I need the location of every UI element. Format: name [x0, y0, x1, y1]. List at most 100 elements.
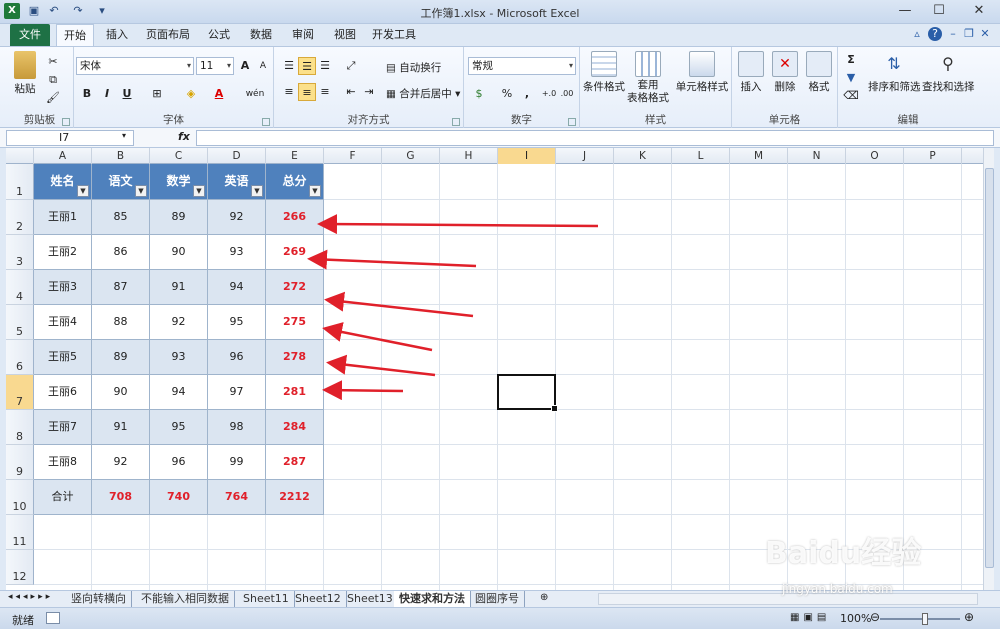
filter-dropdown-icon[interactable]: ▼: [77, 185, 89, 197]
column-header-f[interactable]: F: [324, 148, 382, 164]
font-name-select[interactable]: 宋体 ▾: [76, 57, 194, 75]
minimize-button[interactable]: —: [888, 0, 922, 22]
tab-home[interactable]: 开始: [56, 24, 94, 47]
font-color-icon[interactable]: A: [210, 85, 228, 103]
table-cell[interactable]: 266: [266, 200, 324, 235]
clear-icon[interactable]: ⌫: [842, 87, 860, 105]
table-cell[interactable]: 95: [150, 410, 208, 445]
macro-record-icon[interactable]: [46, 612, 60, 624]
row-header-9[interactable]: 9: [6, 445, 34, 480]
table-cell[interactable]: 92: [208, 200, 266, 235]
align-bottom-icon[interactable]: ☰: [316, 57, 334, 75]
help-icon[interactable]: ?: [928, 27, 942, 41]
column-header-c[interactable]: C: [150, 148, 208, 164]
wrap-text-button[interactable]: ▤ 自动换行: [386, 60, 441, 75]
table-cell[interactable]: 98: [208, 410, 266, 445]
table-cell[interactable]: 96: [150, 445, 208, 480]
formula-input[interactable]: [196, 130, 994, 146]
fill-color-icon[interactable]: ◈: [182, 85, 200, 103]
table-header-cell[interactable]: 语文 ▼: [92, 164, 150, 200]
zoom-out-icon[interactable]: ⊖: [870, 610, 880, 624]
table-cell[interactable]: 王丽8: [34, 445, 92, 480]
column-header-n[interactable]: N: [788, 148, 846, 164]
sheet-tab[interactable]: 快速求和方法: [394, 591, 471, 607]
table-cell[interactable]: 王丽7: [34, 410, 92, 445]
table-cell[interactable]: 275: [266, 305, 324, 340]
table-cell[interactable]: 王丽4: [34, 305, 92, 340]
row-header-5[interactable]: 5: [6, 305, 34, 340]
tab-review[interactable]: 审阅: [286, 24, 320, 46]
row-header-2[interactable]: 2: [6, 200, 34, 235]
column-header-e[interactable]: E: [266, 148, 324, 164]
sheet-tab[interactable]: 竖向转横向: [66, 591, 132, 607]
cell-styles-button[interactable]: 单元格样式: [674, 51, 730, 94]
sheet-tab[interactable]: 圆圈序号: [470, 591, 525, 607]
table-cell[interactable]: 王丽6: [34, 375, 92, 410]
row-header-1[interactable]: 1: [6, 164, 34, 200]
column-header-i[interactable]: I: [498, 148, 556, 164]
copy-icon[interactable]: ⧉: [44, 71, 62, 89]
table-cell[interactable]: 89: [150, 200, 208, 235]
column-header-g[interactable]: G: [382, 148, 440, 164]
comma-button[interactable]: ,: [518, 85, 536, 103]
table-cell[interactable]: 王丽1: [34, 200, 92, 235]
select-all-corner[interactable]: [6, 148, 34, 164]
borders-icon[interactable]: ⊞: [148, 85, 166, 103]
table-cell[interactable]: 92: [150, 305, 208, 340]
total-cell[interactable]: 2212: [266, 480, 324, 515]
merge-center-button[interactable]: ▦ 合并后居中 ▾: [386, 86, 460, 101]
table-cell[interactable]: 272: [266, 270, 324, 305]
collapse-ribbon-icon[interactable]: ▵: [910, 27, 924, 41]
table-cell[interactable]: 王丽5: [34, 340, 92, 375]
doc-restore-icon[interactable]: ❐: [962, 27, 976, 41]
zoom-slider[interactable]: [880, 618, 960, 620]
row-header-6[interactable]: 6: [6, 340, 34, 375]
table-cell[interactable]: 90: [150, 235, 208, 270]
table-cell[interactable]: 86: [92, 235, 150, 270]
sheet-tab[interactable]: Sheet12: [290, 591, 347, 607]
total-cell[interactable]: 764: [208, 480, 266, 515]
shrink-font-icon[interactable]: A: [254, 57, 272, 75]
italic-button[interactable]: I: [98, 85, 116, 103]
column-header-l[interactable]: L: [672, 148, 730, 164]
format-painter-icon[interactable]: 🖌: [44, 89, 62, 107]
table-cell[interactable]: 287: [266, 445, 324, 480]
view-mode-icons[interactable]: ▦▣▤: [790, 612, 830, 623]
delete-cells-button[interactable]: ✕ 删除: [770, 51, 800, 94]
table-cell[interactable]: 99: [208, 445, 266, 480]
close-button[interactable]: ✕: [958, 0, 1000, 22]
table-cell[interactable]: 94: [150, 375, 208, 410]
number-launcher-icon[interactable]: [568, 118, 576, 126]
column-header-a[interactable]: A: [34, 148, 92, 164]
total-cell[interactable]: 740: [150, 480, 208, 515]
number-format-select[interactable]: 常规 ▾: [468, 57, 576, 75]
table-cell[interactable]: 281: [266, 375, 324, 410]
tab-data[interactable]: 数据: [244, 24, 278, 46]
table-header-cell[interactable]: 数学 ▼: [150, 164, 208, 200]
zoom-level[interactable]: 100%: [840, 612, 871, 625]
format-as-table-button[interactable]: 套用 表格格式: [626, 51, 670, 105]
table-cell[interactable]: 284: [266, 410, 324, 445]
tab-page-layout[interactable]: 页面布局: [140, 24, 196, 46]
table-cell[interactable]: 90: [92, 375, 150, 410]
table-cell[interactable]: 269: [266, 235, 324, 270]
table-cell[interactable]: 94: [208, 270, 266, 305]
row-header-4[interactable]: 4: [6, 270, 34, 305]
zoom-slider-thumb[interactable]: [922, 613, 928, 625]
vertical-scroll-thumb[interactable]: [985, 168, 994, 568]
sheet-nav-icons[interactable]: ◂◂◂▸▸▸: [8, 592, 53, 602]
row-header-10[interactable]: 10: [6, 480, 34, 515]
align-right-icon[interactable]: ≡: [316, 83, 334, 101]
sheet-tab[interactable]: Sheet13: [342, 591, 399, 607]
format-cells-button[interactable]: 格式: [804, 51, 834, 94]
table-cell[interactable]: 93: [150, 340, 208, 375]
find-select-button[interactable]: ⚲ 查找和选择: [922, 51, 975, 94]
column-header-p[interactable]: P: [904, 148, 962, 164]
table-cell[interactable]: 王丽3: [34, 270, 92, 305]
total-cell[interactable]: 合计: [34, 480, 92, 515]
tab-insert[interactable]: 插入: [100, 24, 134, 46]
column-header-d[interactable]: D: [208, 148, 266, 164]
filter-dropdown-icon[interactable]: ▼: [135, 185, 147, 197]
align-middle-icon[interactable]: ☰: [298, 57, 316, 75]
table-header-cell[interactable]: 英语 ▼: [208, 164, 266, 200]
